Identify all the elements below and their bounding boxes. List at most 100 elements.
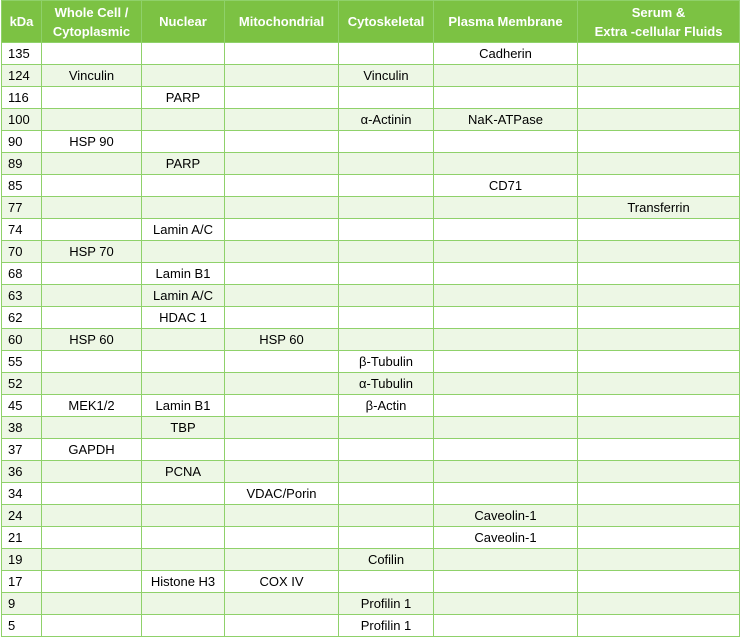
kda-cell: 90 bbox=[1, 130, 42, 153]
header-serum-extracellular-fluids: Serum & Extra -cellular Fluids bbox=[577, 0, 740, 43]
whole-cell-cell bbox=[41, 526, 142, 549]
nuclear-cell: Histone H3 bbox=[141, 570, 225, 593]
table-row: 100 α-Actinin NaK-ATPase bbox=[1, 108, 740, 131]
nuclear-cell bbox=[141, 504, 225, 527]
plasma-membrane-cell bbox=[433, 196, 578, 219]
serum-cell bbox=[577, 218, 740, 241]
table-row: 70 HSP 70 bbox=[1, 240, 740, 263]
whole-cell-cell bbox=[41, 592, 142, 615]
plasma-membrane-cell bbox=[433, 548, 578, 571]
cytoskeletal-cell bbox=[338, 152, 434, 175]
nuclear-cell bbox=[141, 42, 225, 65]
plasma-membrane-cell bbox=[433, 570, 578, 593]
cytoskeletal-cell bbox=[338, 526, 434, 549]
mitochondrial-cell bbox=[224, 284, 339, 307]
header-row: kDa Whole Cell / Cytoplasmic Nuclear Mito… bbox=[1, 0, 740, 43]
cytoskeletal-cell bbox=[338, 130, 434, 153]
nuclear-cell bbox=[141, 174, 225, 197]
whole-cell-cell bbox=[41, 42, 142, 65]
header-mitochondrial: Mitochondrial bbox=[224, 0, 339, 43]
kda-cell: 45 bbox=[1, 394, 42, 417]
mitochondrial-cell bbox=[224, 108, 339, 131]
kda-cell: 70 bbox=[1, 240, 42, 263]
cytoskeletal-cell bbox=[338, 570, 434, 593]
whole-cell-cell: HSP 70 bbox=[41, 240, 142, 263]
cytoskeletal-cell: α-Tubulin bbox=[338, 372, 434, 395]
whole-cell-cell bbox=[41, 504, 142, 527]
cytoskeletal-cell bbox=[338, 416, 434, 439]
cytoskeletal-cell bbox=[338, 482, 434, 505]
whole-cell-cell bbox=[41, 108, 142, 131]
kda-cell: 89 bbox=[1, 152, 42, 175]
whole-cell-cell: Vinculin bbox=[41, 64, 142, 87]
mitochondrial-cell bbox=[224, 218, 339, 241]
whole-cell-cell bbox=[41, 416, 142, 439]
whole-cell-cell bbox=[41, 350, 142, 373]
cytoskeletal-cell: Vinculin bbox=[338, 64, 434, 87]
mitochondrial-cell bbox=[224, 196, 339, 219]
nuclear-cell bbox=[141, 372, 225, 395]
serum-cell bbox=[577, 152, 740, 175]
table-row: 52 α-Tubulin bbox=[1, 372, 740, 395]
serum-cell bbox=[577, 240, 740, 263]
nuclear-cell bbox=[141, 592, 225, 615]
serum-cell bbox=[577, 372, 740, 395]
nuclear-cell bbox=[141, 130, 225, 153]
table-row: 17 Histone H3 COX IV bbox=[1, 570, 740, 593]
nuclear-cell: Lamin A/C bbox=[141, 284, 225, 307]
kda-cell: 9 bbox=[1, 592, 42, 615]
kda-cell: 5 bbox=[1, 614, 42, 637]
serum-cell bbox=[577, 262, 740, 285]
mitochondrial-cell bbox=[224, 460, 339, 483]
mitochondrial-cell: HSP 60 bbox=[224, 328, 339, 351]
kda-cell: 135 bbox=[1, 42, 42, 65]
table-row: 74 Lamin A/C bbox=[1, 218, 740, 241]
table-row: 77 Transferrin bbox=[1, 196, 740, 219]
whole-cell-cell: MEK1/2 bbox=[41, 394, 142, 417]
header-whole-cell-cytoplasmic: Whole Cell / Cytoplasmic bbox=[41, 0, 142, 43]
cytoskeletal-cell: β-Actin bbox=[338, 394, 434, 417]
whole-cell-cell bbox=[41, 614, 142, 637]
header-nuclear: Nuclear bbox=[141, 0, 225, 43]
serum-cell bbox=[577, 108, 740, 131]
kda-cell: 85 bbox=[1, 174, 42, 197]
kda-cell: 19 bbox=[1, 548, 42, 571]
cytoskeletal-cell bbox=[338, 86, 434, 109]
table-body: 135 Cadherin 124 Vinculin Vinculin 116 PARP 100… bbox=[1, 42, 740, 637]
plasma-membrane-cell: Caveolin-1 bbox=[433, 504, 578, 527]
plasma-membrane-cell bbox=[433, 460, 578, 483]
serum-cell bbox=[577, 526, 740, 549]
plasma-membrane-cell bbox=[433, 262, 578, 285]
table-row: 38 TBP bbox=[1, 416, 740, 439]
cytoskeletal-cell: α-Actinin bbox=[338, 108, 434, 131]
mitochondrial-cell bbox=[224, 130, 339, 153]
nuclear-cell: PARP bbox=[141, 152, 225, 175]
serum-cell bbox=[577, 504, 740, 527]
plasma-membrane-cell bbox=[433, 64, 578, 87]
serum-cell bbox=[577, 548, 740, 571]
mitochondrial-cell bbox=[224, 174, 339, 197]
kda-cell: 100 bbox=[1, 108, 42, 131]
mitochondrial-cell: COX IV bbox=[224, 570, 339, 593]
serum-cell bbox=[577, 174, 740, 197]
kda-cell: 77 bbox=[1, 196, 42, 219]
whole-cell-cell: HSP 60 bbox=[41, 328, 142, 351]
whole-cell-cell bbox=[41, 548, 142, 571]
serum-cell bbox=[577, 416, 740, 439]
cytoskeletal-cell: Profilin 1 bbox=[338, 614, 434, 637]
table-row: 60 HSP 60 HSP 60 bbox=[1, 328, 740, 351]
kda-cell: 38 bbox=[1, 416, 42, 439]
table-row: 135 Cadherin bbox=[1, 42, 740, 65]
mitochondrial-cell bbox=[224, 416, 339, 439]
mitochondrial-cell bbox=[224, 394, 339, 417]
whole-cell-cell bbox=[41, 196, 142, 219]
header-cytoskeletal: Cytoskeletal bbox=[338, 0, 434, 43]
mitochondrial-cell bbox=[224, 548, 339, 571]
nuclear-cell bbox=[141, 614, 225, 637]
table-row: 24 Caveolin-1 bbox=[1, 504, 740, 527]
kda-cell: 62 bbox=[1, 306, 42, 329]
table-row: 124 Vinculin Vinculin bbox=[1, 64, 740, 87]
nuclear-cell: Lamin B1 bbox=[141, 394, 225, 417]
nuclear-cell: Lamin A/C bbox=[141, 218, 225, 241]
cytoskeletal-cell bbox=[338, 306, 434, 329]
